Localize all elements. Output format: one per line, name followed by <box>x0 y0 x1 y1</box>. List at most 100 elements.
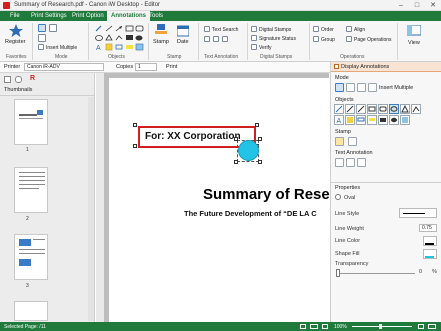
register-button[interactable] <box>9 24 23 37</box>
resize-handle[interactable] <box>133 144 137 148</box>
resize-handle[interactable] <box>258 137 262 141</box>
tab-file[interactable]: File <box>6 11 24 21</box>
note-icon[interactable] <box>105 43 113 51</box>
zoom-slider-thumb[interactable] <box>379 324 382 329</box>
scroll-view-icon[interactable] <box>322 324 328 329</box>
line-tool-icon[interactable] <box>345 104 355 114</box>
arrow-tool-icon[interactable] <box>356 104 366 114</box>
oval-icon[interactable] <box>95 35 103 41</box>
zoom-tool-icon[interactable] <box>357 83 366 92</box>
two-page-view-icon[interactable] <box>310 324 318 329</box>
underline-text-icon[interactable] <box>213 36 219 42</box>
single-page-view-icon[interactable] <box>300 324 306 329</box>
align-icon[interactable] <box>346 26 352 32</box>
zoom-slider-track[interactable] <box>352 326 412 327</box>
image-icon[interactable] <box>135 43 144 51</box>
signature-status-icon[interactable] <box>251 35 257 41</box>
fit-width-icon[interactable] <box>428 324 436 329</box>
view-label[interactable]: View <box>408 40 420 46</box>
note-tool-icon[interactable] <box>345 115 355 125</box>
verify-icon[interactable] <box>251 44 257 50</box>
minimize-button[interactable]: – <box>393 0 409 11</box>
order-label[interactable]: Order <box>321 27 334 33</box>
zoom-mode-icon[interactable] <box>38 34 46 42</box>
line-style-select[interactable] <box>399 208 437 218</box>
text-search-label[interactable]: Text Search <box>212 27 238 33</box>
line-color-picker[interactable] <box>423 236 437 246</box>
tab-tools[interactable]: Tools <box>145 11 167 21</box>
stamp-tool-icon[interactable] <box>335 137 344 146</box>
pen-icon[interactable] <box>95 25 102 32</box>
hand-mode-icon[interactable] <box>49 24 57 32</box>
digital-stamps-label[interactable]: Digital Stamps <box>259 27 291 33</box>
verify-label[interactable]: Verify <box>259 45 272 51</box>
display-annotations-label[interactable]: Display Annotations <box>341 64 389 70</box>
filled-oval-tool-icon[interactable] <box>389 115 399 125</box>
resize-handle[interactable] <box>255 123 259 127</box>
thumbnails-tab-icon[interactable] <box>4 76 11 83</box>
close-button[interactable]: ✕ <box>425 0 441 11</box>
polyline-tool-icon[interactable] <box>411 104 421 114</box>
page-thumbnail[interactable] <box>14 301 48 321</box>
print-button[interactable]: Print <box>166 64 177 70</box>
highlight-icon[interactable] <box>126 45 133 49</box>
resize-handle[interactable] <box>234 137 238 141</box>
display-annotations-bar[interactable]: Display Annotations <box>331 62 441 72</box>
oval-radio[interactable] <box>335 194 341 200</box>
thumbnail-scrollbar[interactable] <box>88 97 94 321</box>
insert-multiple-icon[interactable] <box>38 44 44 50</box>
filled-oval-icon[interactable] <box>135 35 143 41</box>
arrow-icon[interactable] <box>115 25 123 32</box>
page-operations-icon[interactable] <box>346 36 352 42</box>
strikeout-text-tool-icon[interactable] <box>357 158 366 167</box>
image-tool-icon[interactable] <box>400 115 410 125</box>
page-thumbnail[interactable] <box>14 99 48 145</box>
align-label[interactable]: Align <box>354 27 365 33</box>
link-tool-icon[interactable] <box>356 115 366 125</box>
page-operations-label[interactable]: Page Operations <box>354 37 392 43</box>
line-icon[interactable] <box>105 25 113 32</box>
oval-shape[interactable] <box>238 140 259 161</box>
filled-rect-tool-icon[interactable] <box>378 115 388 125</box>
display-annotations-checkbox[interactable] <box>334 64 339 69</box>
underline-text-tool-icon[interactable] <box>346 158 355 167</box>
polygon-tool-icon[interactable] <box>400 104 410 114</box>
rectangle-icon[interactable] <box>125 25 134 32</box>
polygon-icon[interactable] <box>105 34 113 41</box>
highlight-text-icon[interactable] <box>204 36 210 42</box>
transparency-slider-thumb[interactable] <box>336 269 340 277</box>
link-icon[interactable] <box>115 44 123 50</box>
maximize-button[interactable]: □ <box>409 0 425 11</box>
annotation-tab-icon[interactable]: R <box>30 75 35 82</box>
group-icon[interactable] <box>313 36 319 42</box>
stamp-label[interactable]: Stamp <box>153 39 169 45</box>
tab-annotations[interactable]: Annotations <box>107 11 150 21</box>
page-thumbnail[interactable] <box>14 167 48 213</box>
group-label[interactable]: Group <box>321 37 335 43</box>
tab-print-option[interactable]: Print Option <box>68 11 108 21</box>
view-button[interactable] <box>406 24 422 37</box>
text-search-icon[interactable] <box>204 26 210 32</box>
highlight-tool-icon[interactable] <box>367 115 377 125</box>
insert-multiple-icon[interactable] <box>368 83 377 92</box>
insert-multiple-label[interactable]: Insert Multiple <box>46 45 77 51</box>
copies-input[interactable]: 1 <box>135 63 157 71</box>
resize-handle[interactable] <box>258 160 262 164</box>
printer-select[interactable]: Canon iR-ADV <box>24 63 104 71</box>
comments-tab-icon[interactable] <box>15 76 22 83</box>
order-icon[interactable] <box>313 26 319 32</box>
filled-rect-icon[interactable] <box>126 35 133 40</box>
shape-fill-picker[interactable] <box>423 249 437 259</box>
hand-tool-icon[interactable] <box>346 83 355 92</box>
date-label[interactable]: Date <box>177 39 189 45</box>
date-button[interactable] <box>176 24 190 37</box>
resize-handle[interactable] <box>133 123 137 127</box>
tab-print-settings[interactable]: Print Settings <box>27 11 71 21</box>
highlight-text-tool-icon[interactable] <box>335 158 344 167</box>
document-left-scrollbar[interactable] <box>96 73 104 322</box>
transparency-value[interactable]: 0 <box>419 269 422 275</box>
signature-status-label[interactable]: Signature Status <box>259 36 296 42</box>
strikeout-text-icon[interactable] <box>222 36 228 42</box>
polyline-icon[interactable] <box>115 35 123 41</box>
select-tool-icon[interactable] <box>335 83 344 92</box>
